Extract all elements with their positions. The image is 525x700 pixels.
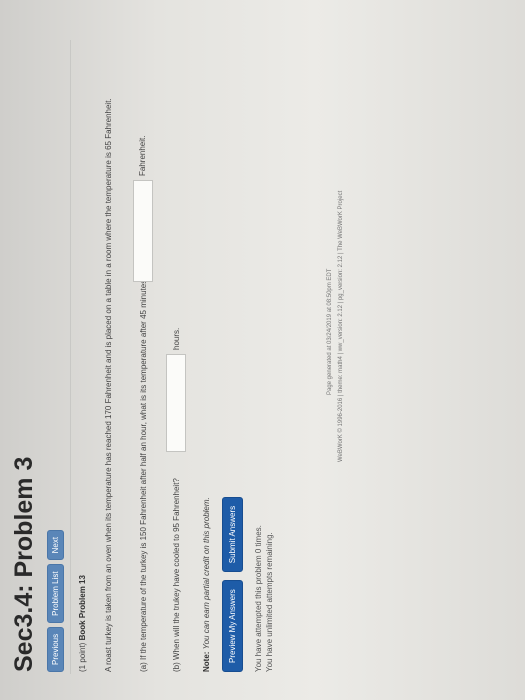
attempts-remaining-text: You have unlimited attempts remaining. — [265, 532, 274, 672]
next-button[interactable]: Next — [47, 529, 64, 561]
problem-navigation: Previous Problem List Next — [47, 529, 64, 672]
page-generated-footer: Page generated at 03/24/2019 at 08:50pm … — [327, 268, 333, 395]
problem-list-button[interactable]: Problem List — [47, 564, 64, 623]
previous-button[interactable]: Previous — [47, 626, 64, 672]
problem-points: (1 point) Book Problem 13 — [78, 575, 87, 672]
part-a-unit: Fahrenheit. — [138, 135, 147, 176]
note-label: Note: — [202, 651, 211, 672]
webwork-problem-page: Sec3.4: Problem 3 Previous Problem List … — [0, 0, 525, 700]
part-b-question: (b) When will the trukey have cooled to … — [172, 478, 181, 672]
preview-answers-button[interactable]: Preview My Answers — [222, 580, 243, 672]
part-b-answer-input[interactable] — [166, 354, 186, 452]
part-a-answer-input[interactable] — [133, 180, 153, 282]
attempted-count-text: You have attempted this problem 0 times. — [254, 525, 263, 672]
answer-actions: Preview My Answers Submit Answers — [222, 496, 243, 672]
part-b-unit: hours. — [172, 327, 181, 350]
submit-answers-button[interactable]: Submit Answers — [222, 496, 243, 573]
note-text: You can earn partial credit on this prob… — [202, 497, 211, 650]
copyright-footer: WeBWorK © 1996-2016 | theme: math4 | ww_… — [338, 190, 344, 462]
book-problem-label: Book Problem 13 — [78, 575, 87, 641]
problem-statement: A roast turkey is taken from an oven whe… — [104, 98, 113, 672]
photo-background: Sec3.4: Problem 3 Previous Problem List … — [0, 0, 525, 700]
page-title: Sec3.4: Problem 3 — [10, 456, 38, 672]
divider — [70, 40, 71, 674]
partial-credit-note: Note: You can earn partial credit on thi… — [202, 497, 211, 672]
attempt-status: You have attempted this problem 0 times.… — [253, 525, 275, 672]
points-label: (1 point) — [78, 642, 87, 672]
part-a-question: (a) If the temperature of the turkey is … — [139, 275, 148, 672]
